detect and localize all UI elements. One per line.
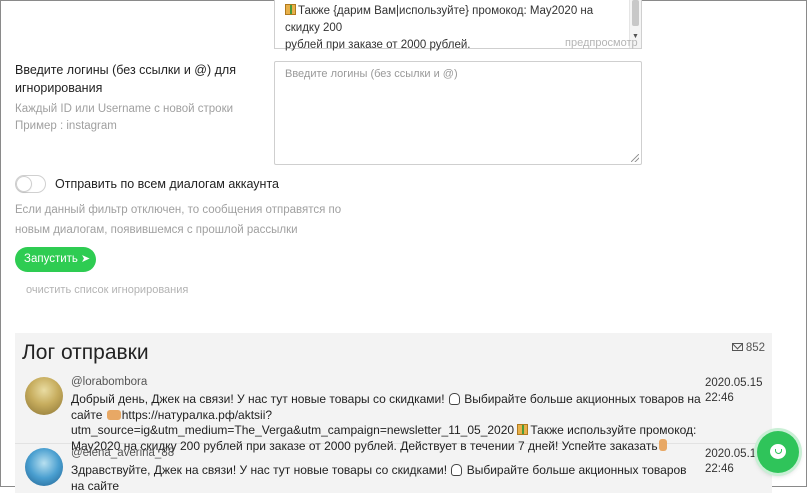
- all-dialogs-toggle[interactable]: [15, 175, 46, 193]
- ignore-logins-hint: Каждый ID или Username с новой строки Пр…: [15, 101, 233, 135]
- gift-icon: [285, 4, 296, 15]
- chat-icon: [770, 444, 786, 459]
- log-entry-date: 2020.05.15 22:46: [705, 448, 763, 475]
- ignore-logins-label: Введите логины (без ссылки и @) для игно…: [15, 63, 236, 95]
- avatar[interactable]: [25, 448, 63, 486]
- run-button[interactable]: Запустить ➤: [15, 247, 96, 272]
- preview-link[interactable]: предпросмотр: [565, 37, 638, 49]
- ignore-logins-placeholder: Введите логины (без ссылки и @): [285, 68, 458, 80]
- resize-handle-icon[interactable]: [631, 154, 639, 162]
- send-log-panel: Лог отправки 852 @lorabombora Добрый ден…: [15, 333, 772, 493]
- hint-line-1: Каждый ID или Username с новой строки: [15, 103, 234, 115]
- gift-icon: [517, 424, 529, 435]
- ghost-emoji-icon: [448, 393, 460, 405]
- scrollbar-thumb[interactable]: [632, 0, 639, 26]
- clear-ignore-list-link[interactable]: очистить список игнорирования: [26, 284, 188, 296]
- pointing-hand-icon: [106, 409, 121, 420]
- chat-button[interactable]: [757, 431, 799, 473]
- ghost-emoji-icon: [451, 464, 463, 476]
- log-title: Лог отправки: [22, 341, 149, 364]
- run-button-label: Запустить: [24, 253, 78, 265]
- log-entry-message: Здравствуйте, Джек на связи! У нас тут н…: [71, 463, 687, 493]
- log-count: 852: [731, 342, 765, 354]
- log-entry: @elena_averina_88 Здравствуйте, Джек на …: [15, 445, 772, 495]
- hint-line-2: Пример : instagram: [15, 120, 117, 132]
- log-entry-date: 2020.05.15 22:46: [705, 377, 763, 404]
- ignore-logins-textarea[interactable]: Введите логины (без ссылки и @): [274, 61, 642, 165]
- paper-plane-icon: ➤: [80, 253, 91, 265]
- log-entry: @lorabombora Добрый день, Джек на связи!…: [15, 374, 772, 453]
- all-dialogs-hint: Если данный фильтр отключен, то сообщени…: [15, 204, 342, 236]
- toggle-knob: [17, 177, 31, 191]
- log-entry-handle[interactable]: @lorabombora: [71, 376, 147, 388]
- mail-icon: [731, 343, 743, 351]
- all-dialogs-toggle-label: Отправить по всем диалогам аккаунта: [55, 177, 279, 191]
- log-entry-handle[interactable]: @elena_averina_88: [71, 447, 174, 459]
- preview-line-1: Также {дарим Вам|используйте} промокод: …: [285, 4, 594, 34]
- avatar[interactable]: [25, 377, 63, 415]
